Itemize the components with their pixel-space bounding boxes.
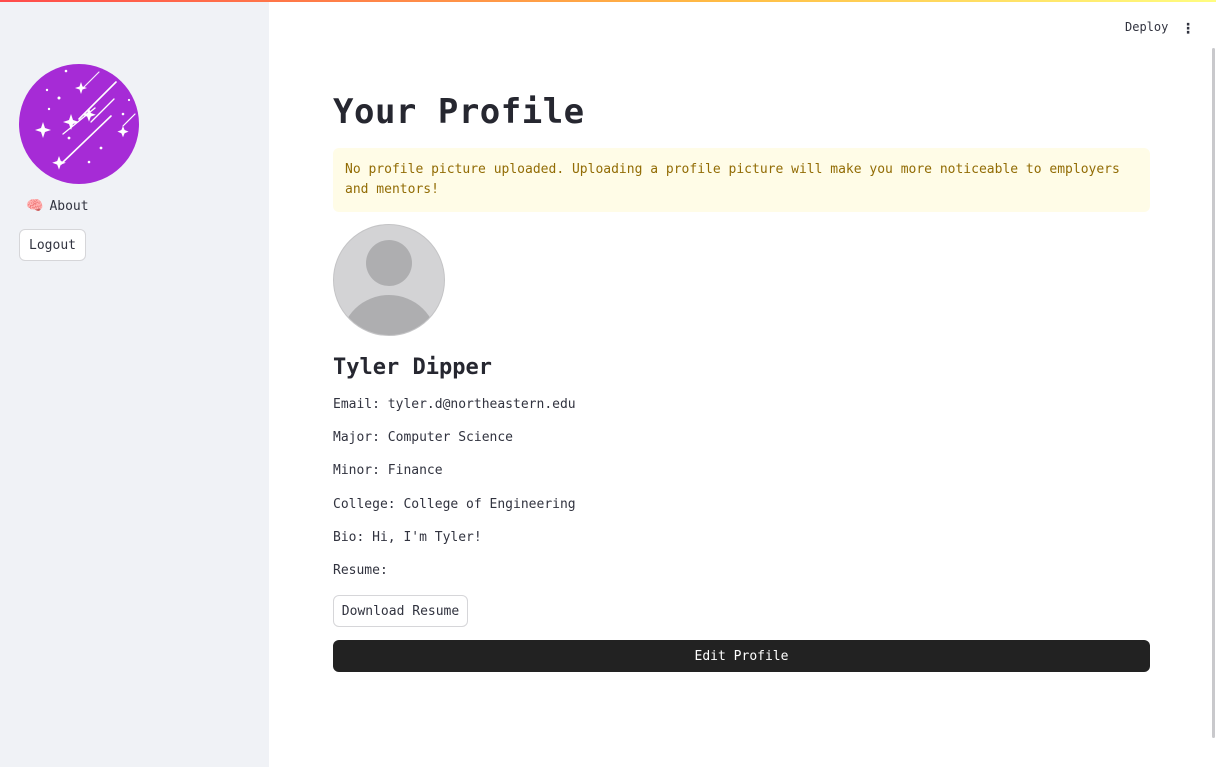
- logout-button[interactable]: Logout: [19, 229, 86, 261]
- resume-label: Resume:: [333, 563, 388, 578]
- warning-alert: No profile picture uploaded. Uploading a…: [333, 148, 1150, 212]
- bio-text: Bio: Hi, I'm Tyler!: [333, 530, 482, 545]
- sidebar: 🧠 About Logout: [0, 0, 269, 767]
- email-text: Email: tyler.d@northeastern.edu: [333, 397, 576, 412]
- sidebar-item-label: About: [49, 198, 89, 214]
- brain-icon: 🧠: [26, 198, 44, 214]
- edit-profile-button[interactable]: Edit Profile: [333, 640, 1150, 672]
- minor-text: Minor: Finance: [333, 463, 443, 478]
- college-text: College: College of Engineering: [333, 497, 576, 512]
- scrollbar[interactable]: [1212, 48, 1215, 738]
- download-resume-button[interactable]: Download Resume: [333, 595, 468, 627]
- profile-name: Tyler Dipper: [333, 355, 492, 380]
- deploy-button[interactable]: Deploy: [1125, 20, 1168, 38]
- default-avatar-icon: [333, 224, 445, 336]
- more-options-icon[interactable]: ⋮: [1177, 20, 1199, 38]
- shooting-stars-logo-icon: [19, 64, 139, 184]
- warning-text: No profile picture uploaded. Uploading a…: [345, 162, 1120, 197]
- sidebar-item-about[interactable]: 🧠 About: [20, 195, 95, 217]
- major-text: Major: Computer Science: [333, 430, 514, 445]
- main-content: Deploy ⋮ Your Profile No profile picture…: [269, 0, 1216, 767]
- page-title: Your Profile: [333, 92, 585, 132]
- top-decoration-bar: [0, 0, 1216, 2]
